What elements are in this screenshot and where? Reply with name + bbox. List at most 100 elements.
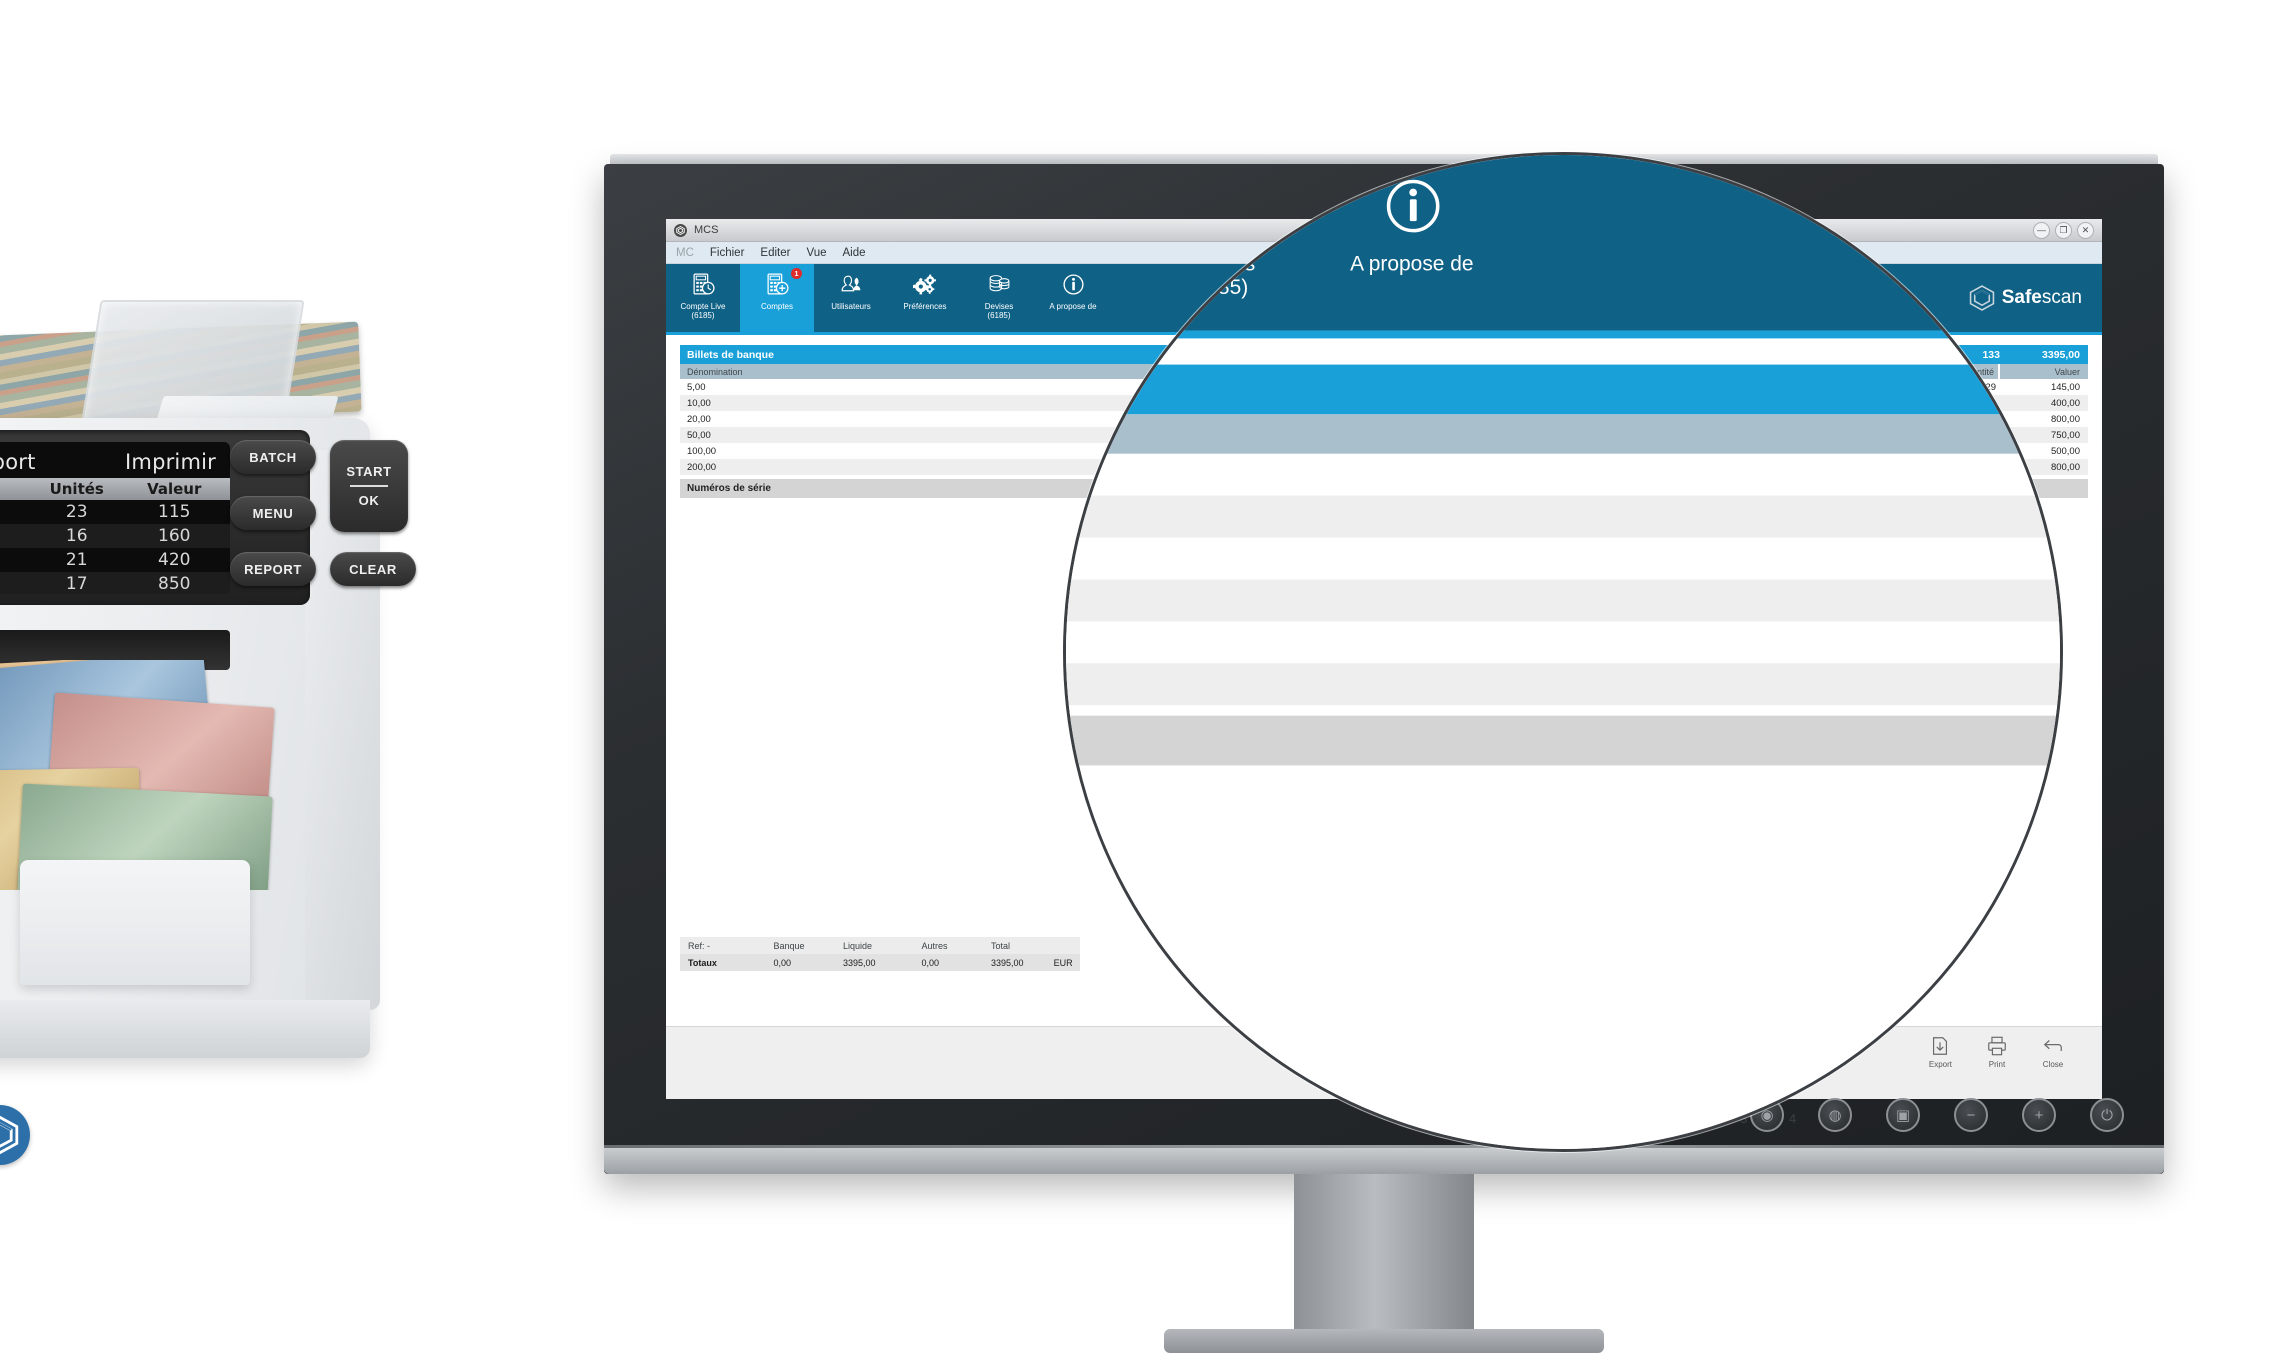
nav-preferences[interactable]: Préférences xyxy=(1063,152,1121,330)
nav-label-line2: (6185) xyxy=(691,311,714,320)
serial-numbers-header: Numéros de série xyxy=(1063,716,2063,766)
close-button[interactable]: ✕ xyxy=(2077,222,2094,239)
power-icon[interactable]: ⏻ xyxy=(2090,1098,2124,1132)
totals-col-autres: Autres xyxy=(913,941,983,951)
counter-value: 115 xyxy=(132,500,230,524)
toolbar-accent-rule xyxy=(1063,331,2063,339)
totals-col-total: Total xyxy=(983,941,1046,951)
nav-compte-live[interactable]: Compte Live (6185) xyxy=(666,264,740,332)
comptes-badge: 1 xyxy=(791,268,802,279)
table-column-headers: Dénomination Quantité Valuer xyxy=(1063,414,2063,453)
window-title: MCS xyxy=(694,224,718,236)
coins-stack-icon xyxy=(987,271,1012,298)
table-row[interactable]: 20,0040800,00 xyxy=(1063,538,2063,580)
totals-autres: 0,00 xyxy=(913,958,983,968)
start-ok-button[interactable]: START OK xyxy=(330,440,408,532)
counter-report-title: EUR Report xyxy=(0,450,36,474)
col-denomination: Dénomination xyxy=(1063,414,2063,453)
cell-denomination: 200,00 xyxy=(1063,670,2063,699)
nav-devises[interactable]: Devises (6185) xyxy=(1121,152,1315,330)
cell-denomination: 20,00 xyxy=(1063,544,2063,573)
gears-icon xyxy=(913,271,938,298)
report-button[interactable]: REPORT xyxy=(230,552,316,586)
counter-lcd-row: 21 420 xyxy=(0,548,230,572)
counter-units: 16 xyxy=(35,524,133,548)
report-body: Billets de banque 133 3395,00 Dénominati… xyxy=(1063,338,2063,791)
clear-button[interactable]: CLEAR xyxy=(330,552,416,586)
counter-col-units: Unités xyxy=(35,478,133,500)
calculator-clock-icon xyxy=(691,271,716,298)
monitor-chin xyxy=(604,1148,2164,1174)
ok-label: OK xyxy=(359,493,380,508)
users-icon xyxy=(839,271,864,298)
menu-editer[interactable]: Editer xyxy=(760,247,790,259)
nav-comptes[interactable]: 1 Comptes xyxy=(740,264,814,332)
monitor-stand-base xyxy=(1164,1329,1604,1353)
magnified-app-view: MC Fichier Editer Vue Aide Compte Live (… xyxy=(1066,155,2063,1152)
nav-label-line2: (6185) xyxy=(1188,276,1249,300)
totals-liquide: 3395,00 xyxy=(835,958,913,968)
menu-button[interactable]: MENU xyxy=(230,496,316,530)
counter-keypad: BATCH MENU REPORT START OK CLEAR xyxy=(230,440,420,610)
nav-label-line1: Devises xyxy=(1181,252,1256,276)
money-counter-device: EUR Report Imprimir Unités Valeur 23 115… xyxy=(0,300,520,1342)
table-row[interactable]: 50,0015750,00 xyxy=(1063,579,2063,621)
totals-table: Ref: - Banque Liquide Autres Total Totau… xyxy=(680,937,1080,971)
counter-lcd-column-headers: Unités Valeur xyxy=(0,478,230,500)
counter-value: 160 xyxy=(132,524,230,548)
monitor-stand-neck xyxy=(1294,1174,1474,1336)
totals-label: Totaux xyxy=(680,958,765,968)
table-row[interactable]: 10,0040400,00 xyxy=(1063,496,2063,538)
nav-label-line1: Comptes xyxy=(761,302,793,311)
counter-units: 23 xyxy=(35,500,133,524)
counter-col-blank xyxy=(0,478,35,500)
start-label: START xyxy=(346,464,391,479)
menu-vue[interactable]: Vue xyxy=(806,247,826,259)
counter-value: 420 xyxy=(132,548,230,572)
totals-banque: 0,00 xyxy=(765,958,835,968)
nav-devises[interactable]: Devises (6185) xyxy=(962,264,1036,332)
counter-col-value: Valeur xyxy=(132,478,230,500)
counter-print-label[interactable]: Imprimir xyxy=(125,450,216,474)
coins-stack-icon xyxy=(1185,171,1251,242)
totals-ref: Ref: - xyxy=(680,941,765,951)
counter-value: 850 xyxy=(132,572,230,594)
nav-preferences[interactable]: Préférences xyxy=(888,264,962,332)
counter-output-tray xyxy=(20,860,250,985)
totals-col-liquide: Liquide xyxy=(835,941,913,951)
info-circle-icon xyxy=(1379,171,1445,242)
cell-denomination: 10,00 xyxy=(1063,502,2063,531)
safescan-hex-icon xyxy=(0,1105,30,1165)
counter-output-banknotes xyxy=(0,660,280,890)
nav-label-line1: Utilisateurs xyxy=(831,302,871,311)
section-header-billets: Billets de banque 133 3395,00 xyxy=(1063,365,2063,415)
calculator-plus-icon xyxy=(765,271,790,298)
counter-lcd-row: 23 115 xyxy=(0,500,230,524)
nav-label-line1: Préférences xyxy=(1063,252,1081,276)
cell-denomination: 5,00 xyxy=(1063,460,2063,489)
totals-total: 3395,00 xyxy=(983,958,1046,968)
nav-utilisateurs[interactable]: Utilisateurs xyxy=(814,264,888,332)
section-title: Billets de banque xyxy=(1063,374,2063,405)
menubar-prefix: MC xyxy=(676,247,694,259)
nav-label-line1: Compte Live xyxy=(681,302,726,311)
batch-button[interactable]: BATCH xyxy=(230,440,316,474)
cell-denomination: 50,00 xyxy=(1063,586,2063,615)
table-row[interactable]: 200,004800,00 xyxy=(1063,663,2063,705)
main-toolbar: Compte Live (6185) 1 Comptes xyxy=(1063,152,2063,330)
counter-lcd-row: 16 160 xyxy=(0,524,230,548)
totals-col-banque: Banque xyxy=(765,941,835,951)
menu-aide[interactable]: Aide xyxy=(843,247,866,259)
nav-label-line1: Préférences xyxy=(903,302,946,311)
totals-header-row: Ref: - Banque Liquide Autres Total xyxy=(680,937,1080,954)
table-row[interactable]: 5,0029145,00 xyxy=(1063,454,2063,496)
counter-base xyxy=(0,1000,370,1058)
totals-value-row: Totaux 0,00 3395,00 0,00 3395,00 EUR xyxy=(680,954,1080,971)
nav-label-line2: (6185) xyxy=(987,311,1010,320)
nav-a-propos-de[interactable]: A propose de xyxy=(1315,152,1509,330)
table-row[interactable]: 100,005500,00 xyxy=(1063,621,2063,663)
counter-lcd-titlebar: EUR Report Imprimir xyxy=(0,442,230,478)
menu-fichier[interactable]: Fichier xyxy=(710,247,745,259)
nav-label-line1: A propose de xyxy=(1350,252,1474,276)
cell-denomination: 100,00 xyxy=(1063,628,2063,657)
